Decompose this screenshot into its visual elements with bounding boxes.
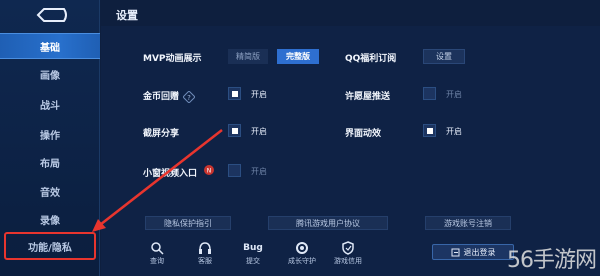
query-button[interactable]: 查询 — [142, 241, 172, 266]
sidebar-item-replay[interactable]: 录像 — [0, 206, 100, 232]
qq-settings-button[interactable]: 设置 — [423, 49, 465, 64]
bug-submit-button[interactable]: Bug 提交 — [238, 241, 268, 266]
service-label: 客服 — [198, 257, 212, 265]
minigame-checkbox[interactable] — [228, 164, 241, 177]
ui-anim-checkbox[interactable] — [423, 124, 436, 137]
sidebar-item-label: 音效 — [40, 187, 60, 199]
shield-ring-icon — [296, 242, 308, 254]
query-label: 查询 — [150, 257, 164, 265]
growth-guard-label: 成长守护 — [288, 257, 316, 265]
minigame-label: 小窗视频入口 — [143, 169, 198, 179]
growth-guard-button[interactable]: 成长守护 — [284, 241, 320, 266]
ui-anim-state: 开启 — [446, 127, 462, 136]
gold-checkbox[interactable] — [228, 87, 241, 100]
mvp-label: MVP动画展示 — [143, 54, 202, 64]
minigame-state: 开启 — [251, 167, 267, 176]
screenshot-checkbox[interactable] — [228, 124, 241, 137]
privacy-guide-button[interactable]: 隐私保护指引 — [145, 216, 231, 230]
page-title: 设置 — [116, 9, 138, 22]
settings-panel: MVP动画展示 精简版 完整版 QQ福利订阅 设置 金币回赠 ? 开启 许愿屋推… — [101, 26, 600, 276]
sidebar-item-sound[interactable]: 音效 — [0, 178, 100, 204]
ui-anim-label: 界面动效 — [345, 129, 382, 139]
wish-state: 开启 — [446, 90, 462, 99]
credit-shield-icon — [342, 241, 354, 255]
gold-state: 开启 — [251, 90, 267, 99]
annotation-highlight-box — [4, 232, 96, 260]
mvp-option-lite[interactable]: 精简版 — [228, 49, 268, 64]
qq-label: QQ福利订阅 — [345, 54, 397, 64]
logout-label: 退出登录 — [463, 247, 496, 257]
svg-text:N: N — [207, 168, 212, 175]
bug-icon: Bug — [243, 243, 263, 253]
back-icon[interactable] — [34, 6, 70, 24]
game-credit-label: 游戏信用 — [334, 257, 362, 265]
logout-button[interactable]: 退出登录 — [432, 244, 514, 260]
sidebar-item-label: 操作 — [40, 130, 60, 142]
new-badge-icon: N — [202, 162, 216, 176]
game-credit-button[interactable]: 游戏信用 — [330, 241, 366, 266]
sidebar-item-basic[interactable]: 基础 — [0, 33, 100, 59]
svg-text:?: ? — [187, 94, 191, 102]
sidebar-item-label: 布局 — [40, 158, 60, 170]
service-button[interactable]: 客服 — [190, 241, 220, 266]
sidebar-item-portrait[interactable]: 画像 — [0, 61, 100, 87]
gold-label: 金币回赠 — [143, 92, 180, 102]
sidebar-item-label: 战斗 — [40, 100, 60, 112]
help-icon[interactable]: ? — [182, 88, 196, 104]
sidebar-item-label: 录像 — [40, 215, 60, 227]
wish-label: 许愿屋推送 — [345, 92, 391, 102]
logout-icon — [451, 248, 459, 256]
search-icon — [151, 242, 164, 255]
screenshot-state: 开启 — [251, 127, 267, 136]
account-cancel-button[interactable]: 游戏账号注销 — [425, 216, 511, 230]
sidebar: 基础 画像 战斗 操作 布局 音效 录像 功能/隐私 — [0, 0, 100, 276]
user-agreement-button[interactable]: 腾讯游戏用户协议 — [268, 216, 388, 230]
headset-icon — [199, 242, 211, 254]
sidebar-item-label: 基础 — [40, 42, 60, 54]
mvp-option-full[interactable]: 完整版 — [277, 49, 319, 64]
wish-checkbox[interactable] — [423, 87, 436, 100]
sidebar-item-layout[interactable]: 布局 — [0, 149, 100, 175]
sidebar-item-label: 画像 — [40, 70, 60, 82]
sidebar-item-controls[interactable]: 操作 — [0, 121, 100, 147]
watermark-logo: 56手游网 — [507, 248, 597, 273]
bug-submit-label: 提交 — [246, 257, 260, 265]
screenshot-label: 截屏分享 — [143, 129, 180, 139]
sidebar-item-battle[interactable]: 战斗 — [0, 91, 100, 117]
